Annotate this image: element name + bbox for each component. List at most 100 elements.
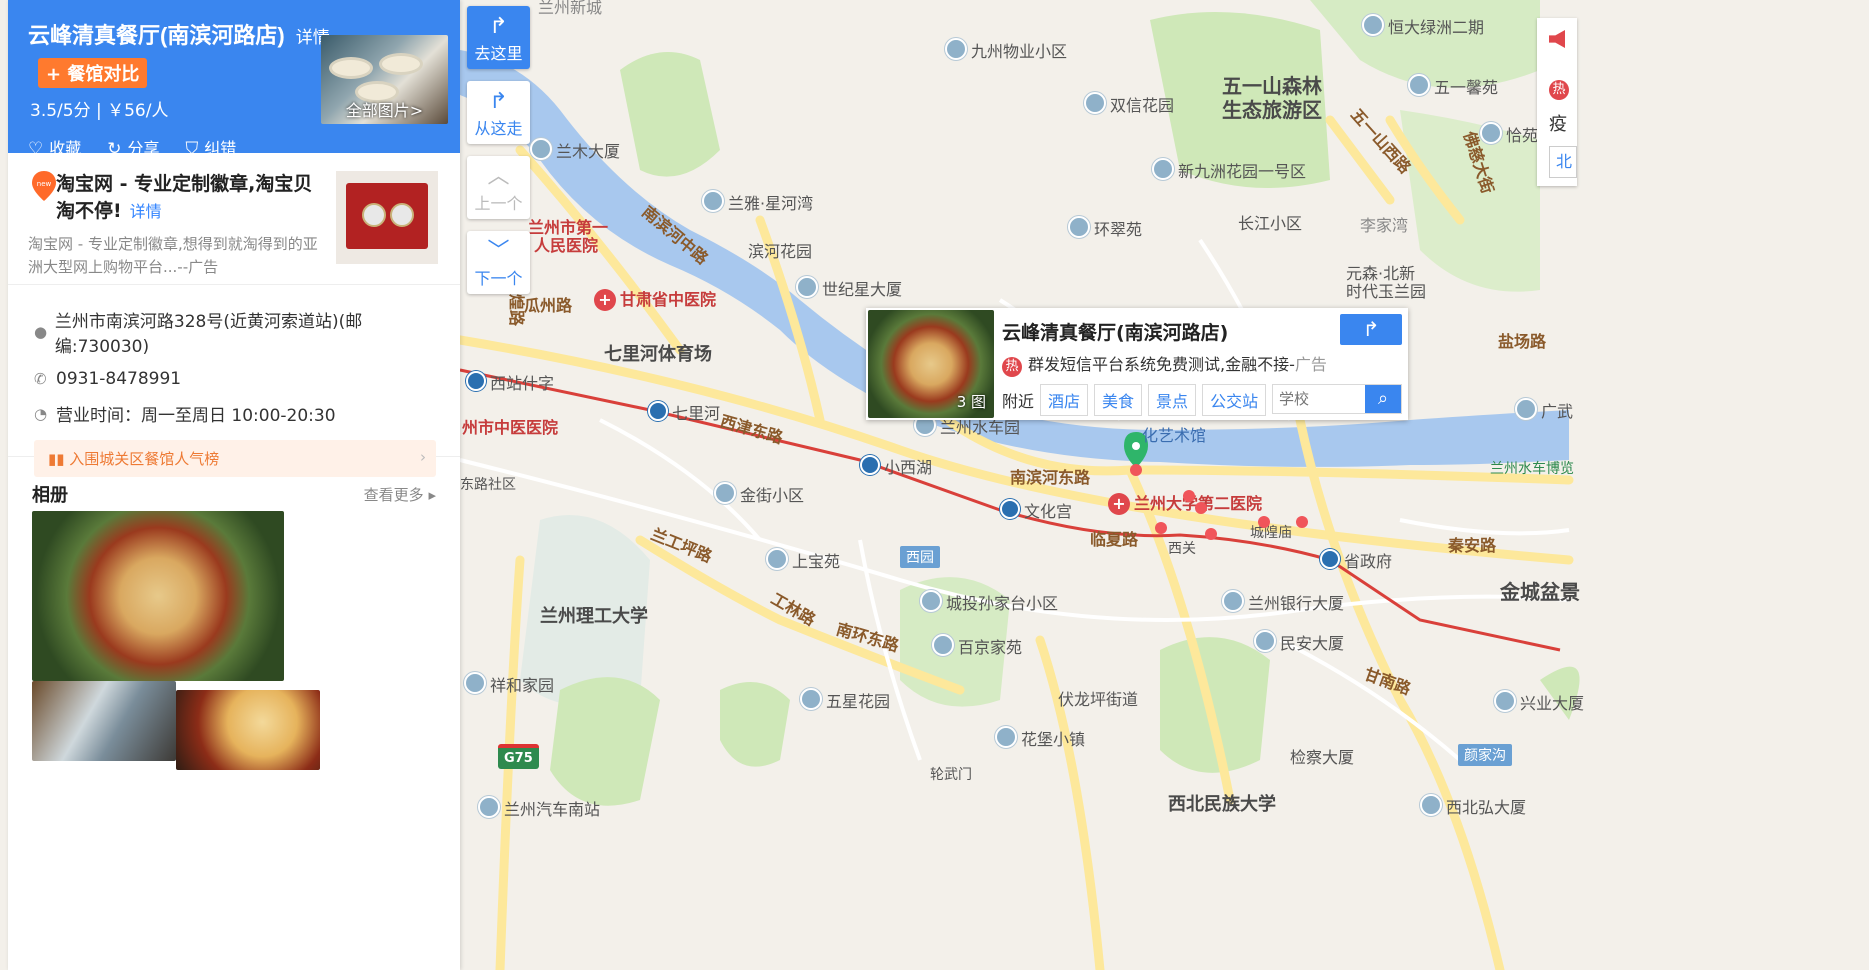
map-label[interactable]: 世纪星大厦 [796, 276, 902, 300]
map-label[interactable]: 百京家苑 [932, 634, 1022, 658]
map-label[interactable]: 伏龙坪街道 [1058, 686, 1138, 710]
chip-hotel[interactable]: 酒店 [1040, 384, 1089, 416]
go-here-button[interactable]: ↱ 去这里 [467, 6, 530, 69]
place-popup: 3 图 云峰清真餐厅(南滨河路店) ↱ 热群发短信平台系统免费测试,金融不接-广… [866, 308, 1408, 420]
map-label[interactable]: 化艺术馆 [1142, 422, 1206, 446]
info-block: ● 兰州市南滨河路328号(近黄河索道站)(邮编:730030) ✆ 0931-84… [8, 285, 460, 477]
map-label[interactable]: 兰州理工大学 [540, 602, 648, 628]
chevron-right-icon: › [420, 448, 426, 466]
map-label[interactable]: 检察大厦 [1290, 744, 1354, 768]
map-label[interactable]: 兰州银行大厦 [1222, 590, 1344, 614]
ad-coin [362, 203, 386, 227]
map-label[interactable]: 小西湖 [860, 454, 932, 478]
from-here-button[interactable]: ↱ 从这走 [467, 81, 530, 144]
map-label[interactable]: 西北弘大厦 [1420, 794, 1526, 818]
map-label[interactable]: 七里河 [648, 400, 720, 424]
album-photo[interactable] [32, 681, 176, 761]
map-label[interactable]: 长江小区 [1238, 210, 1302, 234]
all-photos-link[interactable]: 全部图片> [321, 97, 448, 121]
hot-icon: 热 [1002, 357, 1022, 377]
ad-title[interactable]: 淘宝网 - 专业定制徽章,淘宝贝 淘不停! 详情 [56, 171, 324, 225]
route-button[interactable]: ↱ [1340, 314, 1402, 345]
next-button[interactable]: ﹀ 下一个 [467, 231, 530, 294]
map-label[interactable]: 上宝苑 [766, 548, 840, 572]
map-label[interactable]: 西站什字 [466, 370, 554, 394]
map-label[interactable]: 颜家沟 [1458, 744, 1512, 766]
phone-row[interactable]: ✆ 0931-8478991 [34, 369, 436, 389]
ad-image[interactable] [336, 171, 438, 264]
ad-detail-link[interactable]: 详情 [130, 202, 162, 221]
map-marker-dot[interactable] [1258, 516, 1270, 528]
map-marker-dot[interactable] [1205, 528, 1217, 540]
map-label[interactable]: 双信花园 [1084, 92, 1174, 116]
ad-block[interactable]: new 淘宝网 - 专业定制徽章,淘宝贝 淘不停! 详情 淘宝网 - 专业定制徽章… [8, 153, 460, 285]
map-label[interactable]: 西关 [1168, 538, 1196, 558]
map-label[interactable]: 文化宫 [1000, 498, 1072, 522]
map-label[interactable]: 城投孙家台小区 [920, 590, 1058, 614]
map-label[interactable]: 省政府 [1320, 548, 1392, 572]
right-edge-widget[interactable]: 热 疫 北 [1537, 18, 1577, 186]
map-label[interactable]: 甘肃省中医院 [594, 286, 716, 311]
map-label[interactable]: 李家湾 [1360, 212, 1408, 236]
map-label[interactable]: 兰雅·星河湾 [702, 190, 813, 214]
header-photo[interactable]: 全部图片> [321, 35, 448, 124]
map-label[interactable]: 兰木大厦 [530, 138, 620, 162]
map-label[interactable]: 五一馨苑 [1408, 74, 1498, 98]
map-marker-dot[interactable] [1296, 516, 1308, 528]
map-label[interactable]: 城隍庙 [1250, 522, 1292, 542]
map-label[interactable]: 广武 [1515, 398, 1573, 422]
nearby-search-input[interactable] [1273, 385, 1365, 413]
album-photo[interactable] [176, 690, 320, 770]
chip-food[interactable]: 美食 [1094, 384, 1143, 416]
map-marker-dot[interactable] [1130, 464, 1142, 476]
map-label[interactable]: 祥和家园 [464, 672, 554, 696]
map-label[interactable]: 西北民族大学 [1168, 790, 1276, 816]
map-marker-dot[interactable] [1155, 522, 1167, 534]
search-icon[interactable]: ⌕ [1365, 385, 1401, 413]
map-label[interactable]: 兰州新城 [538, 0, 602, 18]
map-label[interactable]: 五星花园 [800, 688, 890, 712]
map-label[interactable]: 金城盆景 [1500, 576, 1580, 605]
map-label[interactable]: 兰州汽车南站 [478, 796, 600, 820]
map-label[interactable]: 西园 [900, 546, 940, 568]
map-label[interactable]: 环翠苑 [1068, 216, 1142, 240]
map-label[interactable]: 轮武门 [930, 764, 972, 784]
nearby-label: 附近 [1002, 392, 1035, 411]
prev-button[interactable]: ︿ 上一个 [467, 156, 530, 219]
popup-ad[interactable]: 热群发短信平台系统免费测试,金融不接-广告 [1002, 351, 1327, 377]
map-label[interactable]: 恰苑 [1480, 122, 1538, 146]
map-label[interactable]: 民安大厦 [1254, 630, 1344, 654]
map-label[interactable]: 兴业大厦 [1494, 690, 1584, 714]
rank-banner[interactable]: ▮▮ 入围城关区餐馆人气榜 › [34, 440, 436, 477]
map-label[interactable]: 恒大绿洲二期 [1362, 14, 1484, 38]
chip-attraction[interactable]: 景点 [1148, 384, 1197, 416]
map-label[interactable]: 人民医院 [534, 232, 598, 256]
map-label[interactable]: 金街小区 [714, 482, 804, 506]
turn-right-arrow-icon: ↱ [1362, 317, 1380, 341]
photo-bowl [379, 53, 423, 75]
map-label[interactable]: 新九洲花园一号区 [1152, 158, 1306, 182]
map-label[interactable]: 时代玉兰园 [1346, 278, 1426, 302]
location-icon: ● [34, 323, 48, 341]
popup-photo[interactable]: 3 图 [868, 310, 994, 418]
map-label[interactable]: 花堡小镇 [995, 726, 1085, 750]
widget-input[interactable]: 北 [1549, 146, 1577, 178]
address-row: ● 兰州市南滨河路328号(近黄河索道站)(邮编:730030) [34, 312, 363, 357]
album-more-link[interactable]: 查看更多 ▸ [364, 484, 436, 505]
map-label[interactable]: 七里河体育场 [604, 340, 712, 366]
hot-icon: 热 [1549, 80, 1569, 100]
map-label[interactable]: 东路社区 [460, 474, 516, 494]
chip-bus-stop[interactable]: 公交站 [1202, 384, 1267, 416]
highway-shield: G75 [498, 744, 539, 769]
map-marker-dot[interactable] [1195, 502, 1207, 514]
map-marker-dot[interactable] [1183, 490, 1195, 502]
map-label[interactable]: 兰州水车博览 [1490, 458, 1574, 478]
compare-button[interactable]: + 餐馆对比 [38, 58, 148, 88]
popup-title[interactable]: 云峰清真餐厅(南滨河路店) [1002, 318, 1228, 345]
map-label[interactable]: 生态旅游区 [1222, 94, 1322, 123]
map-label[interactable]: 州市中医医院 [462, 414, 558, 438]
map-label[interactable]: 九州物业小区 [945, 38, 1067, 62]
map-label: 瓜州路 [524, 296, 573, 315]
map-label[interactable]: 滨河花园 [748, 238, 812, 262]
album-photo[interactable] [32, 511, 284, 681]
